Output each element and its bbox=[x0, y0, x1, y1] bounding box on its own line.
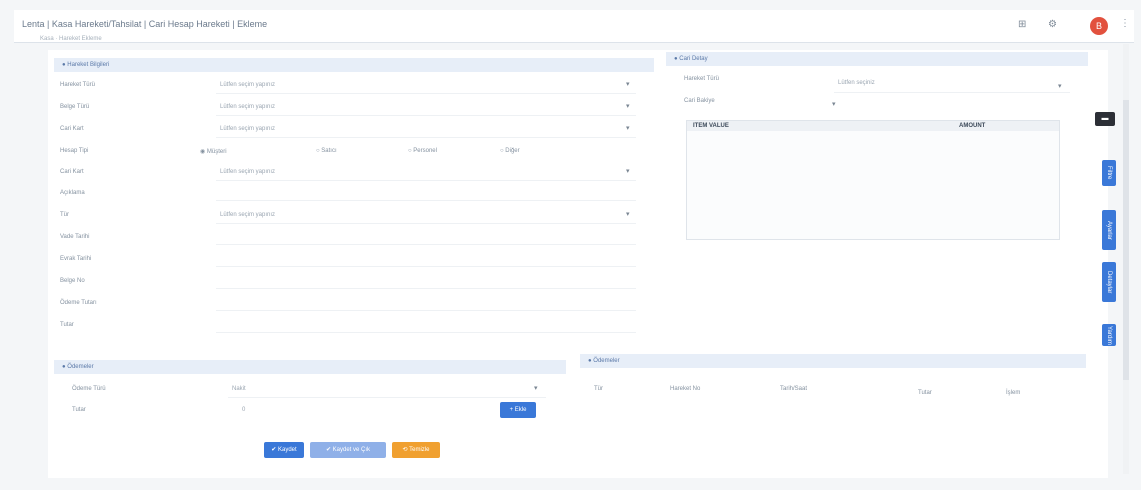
radio-option[interactable]: ○ Diğer bbox=[500, 148, 520, 154]
radio-option[interactable]: ○ Personel bbox=[408, 148, 437, 154]
chevron-down-icon[interactable]: ▾ bbox=[626, 80, 630, 88]
chevron-down-icon[interactable]: ▾ bbox=[626, 124, 630, 132]
radio-label: Satıcı bbox=[321, 148, 337, 154]
page-title: Lenta | Kasa Hareketi/Tahsilat | Cari He… bbox=[22, 19, 268, 29]
panel-title: Hareket Bilgileri bbox=[67, 62, 110, 68]
avatar[interactable]: B bbox=[1090, 17, 1108, 35]
main-content: ● Hareket Bilgileri Hareket Türü Lütfen … bbox=[48, 50, 1108, 478]
payment-amount-input[interactable] bbox=[216, 310, 636, 311]
field-label: Ödeme Tutarı bbox=[60, 300, 97, 306]
column-header[interactable]: Tutar bbox=[918, 390, 932, 396]
panel-toggle-icon[interactable]: ▬ bbox=[1095, 112, 1115, 126]
divider bbox=[228, 397, 546, 398]
side-tab-filter[interactable]: Filtre bbox=[1102, 160, 1116, 186]
button-label: Temizle bbox=[409, 447, 430, 453]
field-label: Cari Bakiye bbox=[684, 98, 715, 104]
account-detail-panel-header: ● Cari Detay bbox=[666, 52, 1088, 66]
divider bbox=[834, 92, 1070, 93]
chevron-down-icon[interactable]: ▾ bbox=[1058, 82, 1062, 90]
button-label: Kaydet bbox=[278, 447, 297, 453]
divider bbox=[216, 93, 636, 94]
radio-label: Personel bbox=[413, 148, 437, 154]
save-and-close-button[interactable]: ✔ Kaydet ve Çık bbox=[310, 442, 386, 458]
description-input[interactable] bbox=[216, 200, 636, 201]
app-frame: Lenta | Kasa Hareketi/Tahsilat | Cari He… bbox=[0, 0, 1141, 490]
clear-button[interactable]: ⟲ Temizle bbox=[392, 442, 440, 458]
button-label: Ekle bbox=[514, 407, 527, 413]
panel-title: Ödemeler bbox=[67, 364, 94, 370]
side-tab-label: Ayarlar bbox=[1106, 220, 1112, 240]
button-label: Kaydet ve Çık bbox=[332, 447, 371, 453]
more-icon[interactable]: ⋮ bbox=[1120, 18, 1130, 29]
breadcrumb[interactable]: Kasa · Hareket Ekleme bbox=[40, 36, 102, 42]
column-header[interactable]: Hareket No bbox=[670, 386, 700, 392]
column-header[interactable]: ITEM VALUE bbox=[693, 123, 729, 129]
movement-info-panel-header: ● Hareket Bilgileri bbox=[54, 58, 654, 72]
divider bbox=[216, 115, 636, 116]
side-tab-label: Filtre bbox=[1106, 166, 1112, 180]
radio-option[interactable]: ○ Satıcı bbox=[316, 148, 337, 154]
payments-list-panel-header: ● Ödemeler bbox=[580, 354, 1086, 368]
field-label: Evrak Tarihi bbox=[60, 256, 92, 262]
side-tab-label: Detaylar bbox=[1106, 270, 1112, 294]
payment-amount-field[interactable]: 0 bbox=[242, 407, 245, 413]
radio-option[interactable]: ◉ Müşteri bbox=[200, 148, 227, 155]
column-header[interactable]: İşlem bbox=[1006, 390, 1020, 396]
radio-label: Diğer bbox=[505, 148, 520, 154]
chevron-down-icon[interactable]: ▾ bbox=[626, 167, 630, 175]
amount-input[interactable] bbox=[216, 332, 636, 333]
column-header[interactable]: AMOUNT bbox=[959, 123, 985, 129]
save-button[interactable]: ✔ Kaydet bbox=[264, 442, 304, 458]
divider bbox=[216, 180, 636, 181]
side-tab-settings[interactable]: Ayarlar bbox=[1102, 210, 1116, 250]
column-header[interactable]: Tür bbox=[594, 386, 603, 392]
field-label: Hesap Tipi bbox=[60, 148, 89, 154]
document-type-select[interactable]: Lütfen seçim yapınız bbox=[220, 104, 275, 110]
field-label: Cari Kart bbox=[60, 169, 84, 175]
field-label: Tür bbox=[60, 212, 69, 218]
radio-label: Müşteri bbox=[206, 149, 227, 155]
scrollbar-thumb[interactable] bbox=[1123, 100, 1129, 380]
chevron-down-icon[interactable]: ▾ bbox=[626, 102, 630, 110]
payment-type-select[interactable]: Nakit bbox=[232, 386, 246, 392]
field-label: Belge Türü bbox=[60, 104, 90, 110]
chevron-down-icon[interactable]: ▾ bbox=[832, 100, 836, 108]
field-label: Hareket Türü bbox=[60, 82, 95, 88]
column-header[interactable]: Tarih/Saat bbox=[780, 386, 807, 392]
settings-icon[interactable]: ⚙ bbox=[1048, 19, 1057, 30]
account-select[interactable]: Lütfen seçim yapınız bbox=[220, 169, 275, 175]
chevron-down-icon[interactable]: ▾ bbox=[626, 210, 630, 218]
field-label: Belge No bbox=[60, 278, 85, 284]
side-tab-details[interactable]: Detaylar bbox=[1102, 262, 1116, 302]
side-tab-help[interactable]: Yardım bbox=[1102, 324, 1116, 346]
detail-table: ITEM VALUE AMOUNT bbox=[686, 120, 1060, 240]
add-payment-button[interactable]: + Ekle bbox=[500, 402, 536, 418]
top-bar: Lenta | Kasa Hareketi/Tahsilat | Cari He… bbox=[14, 10, 1134, 43]
document-no-input[interactable] bbox=[216, 288, 636, 289]
field-label: Tutar bbox=[72, 407, 86, 413]
due-date-input[interactable] bbox=[216, 244, 636, 245]
divider bbox=[216, 137, 636, 138]
payments-panel-header: ● Ödemeler bbox=[54, 360, 566, 374]
panel-title: Cari Detay bbox=[679, 56, 708, 62]
field-label: Ödeme Türü bbox=[72, 386, 106, 392]
field-label: Tutar bbox=[60, 322, 74, 328]
type-select[interactable]: Lütfen seçim yapınız bbox=[220, 212, 275, 218]
side-tab-label: Yardım bbox=[1106, 325, 1112, 345]
divider bbox=[216, 223, 636, 224]
grid-icon[interactable]: ⊞ bbox=[1018, 19, 1026, 30]
chevron-down-icon[interactable]: ▾ bbox=[534, 384, 538, 392]
field-label: Cari Kart bbox=[60, 126, 84, 132]
field-label: Hareket Türü bbox=[684, 76, 719, 82]
movement-type-filter-select[interactable]: Lütfen seçiniz bbox=[838, 80, 875, 86]
document-date-input[interactable] bbox=[216, 266, 636, 267]
field-label: Vade Tarihi bbox=[60, 234, 90, 240]
table-header-row bbox=[687, 121, 1059, 131]
field-label: Açıklama bbox=[60, 190, 85, 196]
panel-title: Ödemeler bbox=[593, 358, 620, 364]
account-card-select[interactable]: Lütfen seçim yapınız bbox=[220, 126, 275, 132]
movement-type-select[interactable]: Lütfen seçim yapınız bbox=[220, 82, 275, 88]
